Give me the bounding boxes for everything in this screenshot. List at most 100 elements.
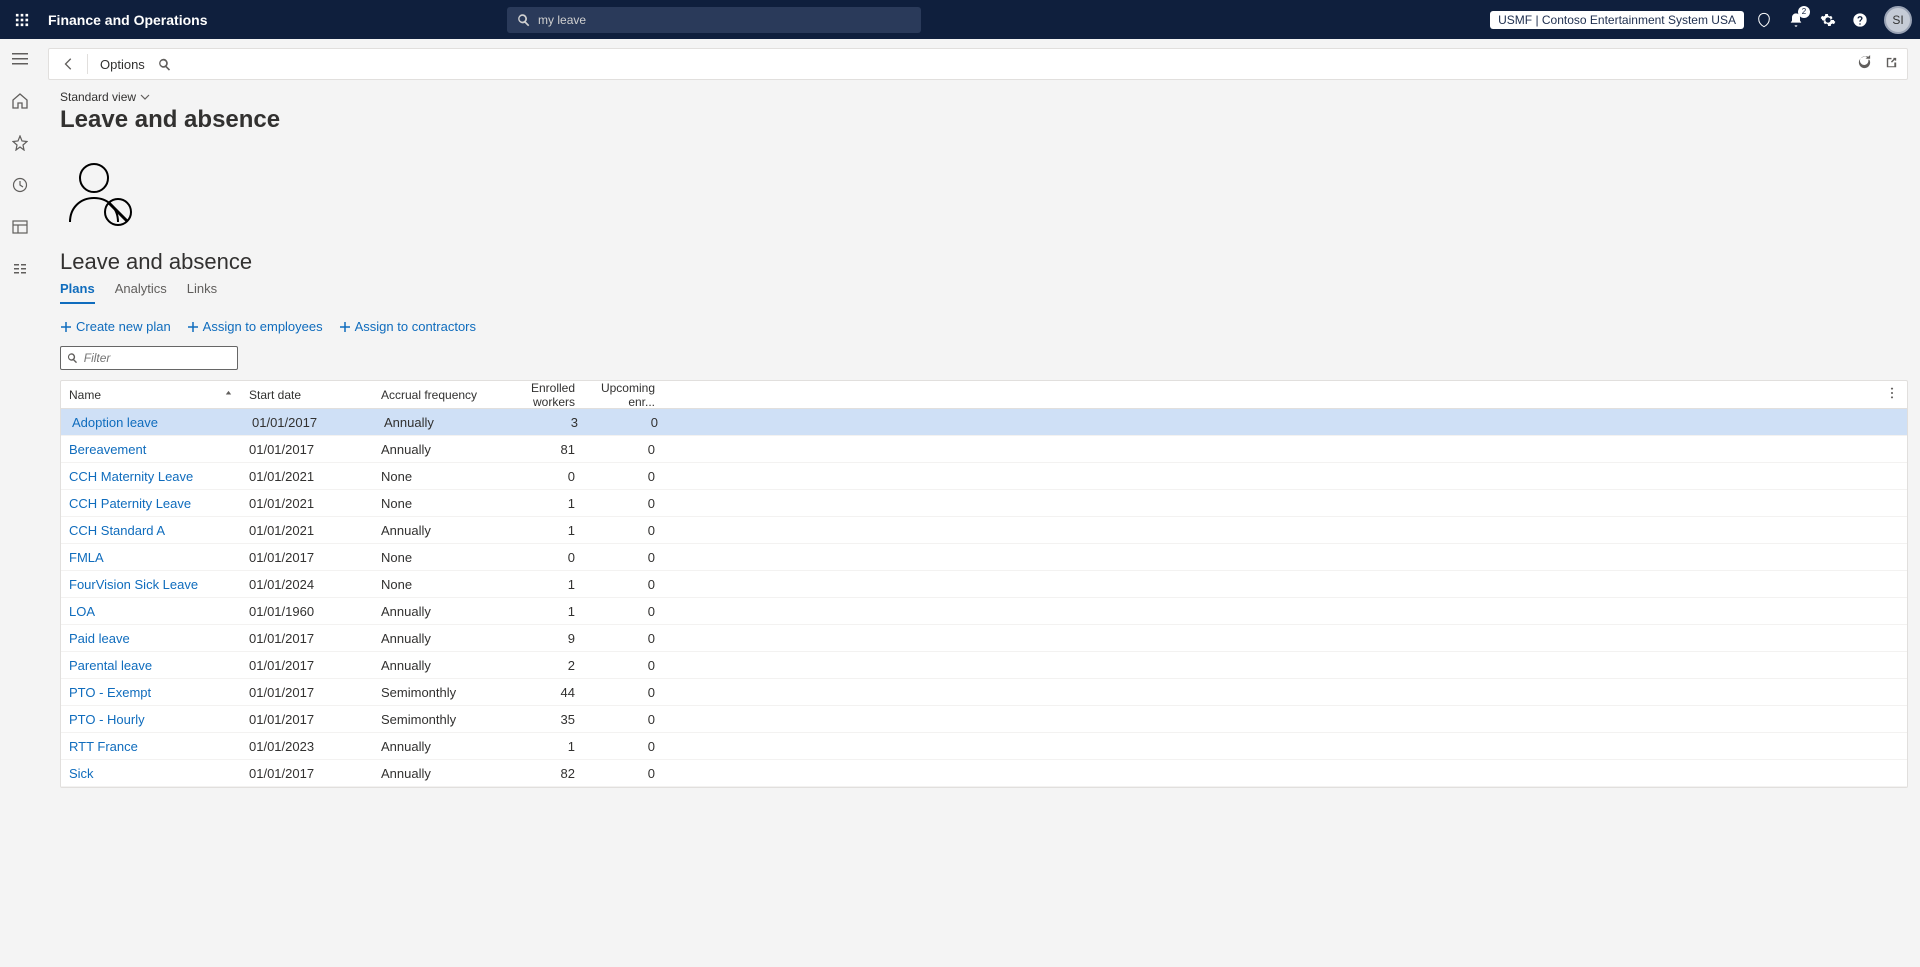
popout-icon[interactable] [1884, 55, 1899, 73]
help-icon[interactable] [1848, 8, 1872, 32]
cell-name[interactable]: PTO - Hourly [61, 712, 241, 727]
favorites-icon[interactable] [8, 131, 32, 155]
table-row[interactable]: Parental leave01/01/2017Annually20 [61, 652, 1907, 679]
cell-upc: 0 [583, 658, 663, 673]
separator [87, 54, 88, 74]
cell-upc: 0 [583, 577, 663, 592]
view-selector[interactable]: Standard view [60, 90, 1908, 104]
cell-acc: Semimonthly [373, 712, 503, 727]
page-search-icon[interactable] [155, 54, 175, 74]
table-row[interactable]: CCH Maternity Leave01/01/2021None00 [61, 463, 1907, 490]
filter-input[interactable] [84, 351, 231, 365]
cell-name[interactable]: PTO - Exempt [61, 685, 241, 700]
cell-enr: 1 [503, 604, 583, 619]
table-row[interactable]: FMLA01/01/2017None00 [61, 544, 1907, 571]
cell-upc: 0 [583, 604, 663, 619]
action-assign-to-employees[interactable]: Assign to employees [187, 319, 323, 334]
table-row[interactable]: Bereavement01/01/2017Annually810 [61, 436, 1907, 463]
cell-start: 01/01/2017 [241, 712, 373, 727]
modules-icon[interactable] [8, 257, 32, 281]
cell-start: 01/01/2017 [241, 550, 373, 565]
cell-acc: Annually [373, 631, 503, 646]
hamburger-icon[interactable] [8, 47, 32, 71]
table-row[interactable]: Sick01/01/2017Annually820 [61, 760, 1907, 787]
table-row[interactable]: PTO - Exempt01/01/2017Semimonthly440 [61, 679, 1907, 706]
table-row[interactable]: CCH Paternity Leave01/01/2021None10 [61, 490, 1907, 517]
col-header-name[interactable]: Name [61, 388, 241, 402]
workspaces-icon[interactable] [8, 215, 32, 239]
cell-start: 01/01/2017 [241, 685, 373, 700]
col-header-enr[interactable]: Enrolled workers [503, 381, 583, 409]
table-row[interactable]: RTT France01/01/2023Annually10 [61, 733, 1907, 760]
cell-name[interactable]: FMLA [61, 550, 241, 565]
action-assign-to-contractors[interactable]: Assign to contractors [339, 319, 476, 334]
cell-start: 01/01/1960 [241, 604, 373, 619]
cell-name[interactable]: LOA [61, 604, 241, 619]
cell-start: 01/01/2021 [241, 523, 373, 538]
settings-icon[interactable] [1816, 8, 1840, 32]
cell-start: 01/01/2017 [241, 631, 373, 646]
home-icon[interactable] [8, 89, 32, 113]
col-header-start[interactable]: Start date [241, 388, 373, 402]
options-menu[interactable]: Options [94, 57, 151, 72]
cell-enr: 2 [503, 658, 583, 673]
cell-enr: 81 [503, 442, 583, 457]
cell-acc: Annually [376, 415, 506, 430]
table-row[interactable]: CCH Standard A01/01/2021Annually10 [61, 517, 1907, 544]
cell-name[interactable]: Paid leave [61, 631, 241, 646]
cell-start: 01/01/2017 [241, 442, 373, 457]
filter-box[interactable] [60, 346, 238, 370]
table-row[interactable]: FourVision Sick Leave01/01/2024None10 [61, 571, 1907, 598]
table-row[interactable]: PTO - Hourly01/01/2017Semimonthly350 [61, 706, 1907, 733]
cell-start: 01/01/2017 [244, 415, 376, 430]
cell-upc: 0 [583, 685, 663, 700]
tab-plans[interactable]: Plans [60, 281, 95, 304]
tab-analytics[interactable]: Analytics [115, 281, 167, 304]
table-row[interactable]: Adoption leave01/01/2017Annually30 [61, 409, 1907, 436]
cell-enr: 1 [503, 739, 583, 754]
cell-name[interactable]: CCH Standard A [61, 523, 241, 538]
refresh-icon[interactable] [1857, 55, 1872, 73]
action-create-new-plan[interactable]: Create new plan [60, 319, 171, 334]
cell-upc: 0 [583, 496, 663, 511]
global-search-input[interactable] [538, 13, 911, 27]
back-button[interactable] [57, 52, 81, 76]
cell-enr: 9 [503, 631, 583, 646]
cell-name[interactable]: Sick [61, 766, 241, 781]
user-avatar[interactable]: SI [1884, 6, 1912, 34]
cell-name[interactable]: CCH Paternity Leave [61, 496, 241, 511]
cell-name[interactable]: RTT France [61, 739, 241, 754]
cell-start: 01/01/2021 [241, 496, 373, 511]
notifications-icon[interactable]: 2 [1784, 8, 1808, 32]
cell-enr: 1 [503, 577, 583, 592]
cell-name[interactable]: CCH Maternity Leave [61, 469, 241, 484]
col-header-acc[interactable]: Accrual frequency [373, 388, 503, 402]
cell-acc: None [373, 577, 503, 592]
table-row[interactable]: LOA01/01/1960Annually10 [61, 598, 1907, 625]
global-search[interactable] [507, 7, 921, 33]
col-header-upc[interactable]: Upcoming enr... [583, 381, 663, 409]
cell-upc: 0 [583, 766, 663, 781]
recent-icon[interactable] [8, 173, 32, 197]
table-row[interactable]: Paid leave01/01/2017Annually90 [61, 625, 1907, 652]
cell-enr: 1 [503, 496, 583, 511]
cell-upc: 0 [583, 469, 663, 484]
section-title: Leave and absence [60, 249, 1908, 275]
cell-acc: None [373, 550, 503, 565]
cell-upc: 0 [583, 550, 663, 565]
cell-start: 01/01/2017 [241, 658, 373, 673]
cell-name[interactable]: Bereavement [61, 442, 241, 457]
copilot-icon[interactable] [1752, 8, 1776, 32]
cell-name[interactable]: FourVision Sick Leave [61, 577, 241, 592]
cell-start: 01/01/2024 [241, 577, 373, 592]
cell-name[interactable]: Adoption leave [64, 415, 244, 430]
company-badge[interactable]: USMF | Contoso Entertainment System USA [1490, 11, 1744, 29]
leave-absence-icon [60, 156, 1908, 231]
view-selector-label: Standard view [60, 90, 136, 104]
cell-upc: 0 [583, 739, 663, 754]
column-options-icon[interactable] [1885, 386, 1899, 403]
cell-name[interactable]: Parental leave [61, 658, 241, 673]
tab-links[interactable]: Links [187, 281, 217, 304]
waffle-icon[interactable] [8, 6, 36, 34]
cell-upc: 0 [583, 712, 663, 727]
